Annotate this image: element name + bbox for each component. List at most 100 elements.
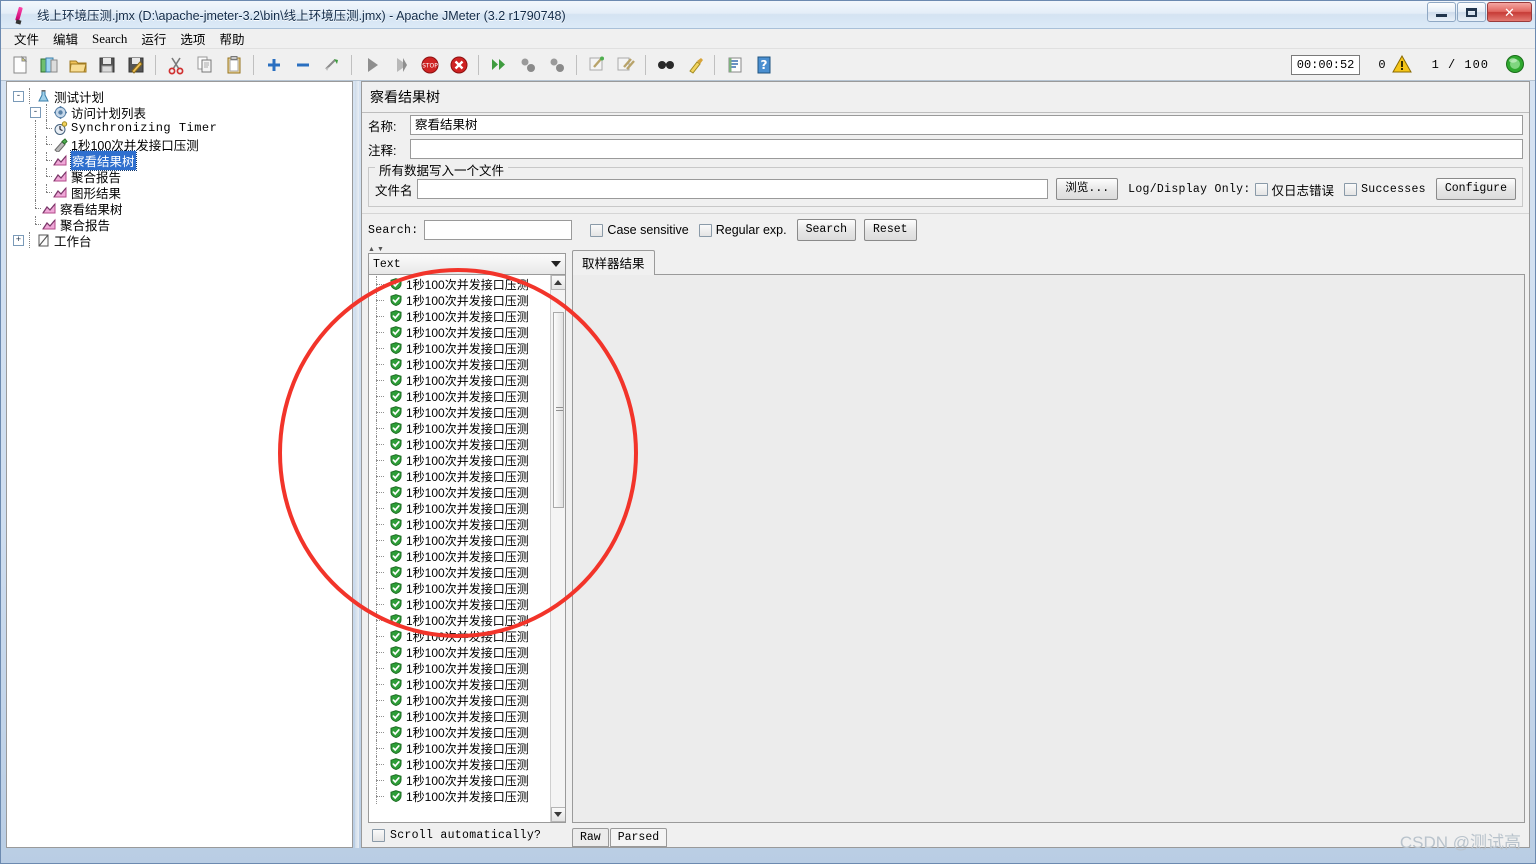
sample-result-row[interactable]: 1秒100次并发接口压测 <box>369 292 550 308</box>
comment-input[interactable] <box>410 139 1523 159</box>
scroll-down-button[interactable] <box>550 807 565 822</box>
paste-icon[interactable] <box>220 52 247 78</box>
sample-result-row[interactable]: 1秒100次并发接口压测 <box>369 548 550 564</box>
expander-thread-group[interactable]: - <box>30 106 41 118</box>
menu-search[interactable]: Search <box>85 29 134 49</box>
sample-results-list[interactable]: 1秒100次并发接口压测 1秒100次并发接口压测 1秒100次并发接口压测 1秒10… <box>369 275 550 822</box>
sample-result-row[interactable]: 1秒100次并发接口压测 <box>369 596 550 612</box>
sample-result-row[interactable]: 1秒100次并发接口压测 <box>369 420 550 436</box>
warning-triangle-icon[interactable] <box>1391 54 1412 76</box>
function-helper-icon[interactable] <box>721 52 748 78</box>
sample-result-row[interactable]: 1秒100次并发接口压测 <box>369 676 550 692</box>
templates-icon[interactable] <box>35 52 62 78</box>
search-icon[interactable] <box>652 52 679 78</box>
start-icon[interactable] <box>358 52 385 78</box>
save-as-icon[interactable] <box>122 52 149 78</box>
shutdown-icon[interactable] <box>445 52 472 78</box>
browse-button[interactable]: 浏览... <box>1056 178 1119 200</box>
tree-node-workbench[interactable]: + 工作台 <box>13 232 352 249</box>
splitter-down-arrow[interactable]: ▼ <box>377 246 384 253</box>
scroll-track[interactable] <box>550 290 565 807</box>
expand-icon[interactable] <box>260 52 287 78</box>
close-button[interactable]: ✕ <box>1487 2 1532 22</box>
sample-result-row[interactable]: 1秒100次并发接口压测 <box>369 772 550 788</box>
tab-sampler-result[interactable]: 取样器结果 <box>572 250 655 275</box>
toggle-icon[interactable] <box>318 52 345 78</box>
sample-result-row[interactable]: 1秒100次并发接口压测 <box>369 388 550 404</box>
sample-result-row[interactable]: 1秒100次并发接口压测 <box>369 324 550 340</box>
sample-result-row[interactable]: 1秒100次并发接口压测 <box>369 356 550 372</box>
sample-result-row[interactable]: 1秒100次并发接口压测 <box>369 564 550 580</box>
copy-icon[interactable] <box>191 52 218 78</box>
tab-raw[interactable]: Raw <box>572 828 609 847</box>
clear-all-icon[interactable] <box>612 52 639 78</box>
menu-file[interactable]: 文件 <box>7 27 46 50</box>
open-icon[interactable] <box>64 52 91 78</box>
menu-options[interactable]: 选项 <box>173 27 212 50</box>
sample-result-row[interactable]: 1秒100次并发接口压测 <box>369 340 550 356</box>
menu-help[interactable]: 帮助 <box>212 27 251 50</box>
help-icon[interactable]: ? <box>750 52 777 78</box>
scroll-automatically-checkbox[interactable] <box>372 828 385 842</box>
tab-parsed[interactable]: Parsed <box>609 828 668 847</box>
save-icon[interactable] <box>93 52 120 78</box>
sample-result-row[interactable]: 1秒100次并发接口压测 <box>369 484 550 500</box>
stop-icon[interactable]: STOP <box>416 52 443 78</box>
sample-result-row[interactable]: 1秒100次并发接口压测 <box>369 628 550 644</box>
successes-checkbox[interactable] <box>1344 182 1358 196</box>
sample-result-row[interactable]: 1秒100次并发接口压测 <box>369 580 550 596</box>
sample-result-row[interactable]: 1秒100次并发接口压测 <box>369 740 550 756</box>
sample-result-row[interactable]: 1秒100次并发接口压测 <box>369 452 550 468</box>
minimize-button[interactable] <box>1427 2 1456 22</box>
sample-result-row[interactable]: 1秒100次并发接口压测 <box>369 788 550 804</box>
sample-result-row[interactable]: 1秒100次并发接口压测 <box>369 308 550 324</box>
sample-result-row[interactable]: 1秒100次并发接口压测 <box>369 532 550 548</box>
expander-workbench[interactable]: + <box>13 234 24 246</box>
remote-shutdown-all-icon[interactable] <box>543 52 570 78</box>
tree-node-http-sampler[interactable]: 1秒100次并发接口压测 <box>13 136 352 153</box>
search-input[interactable] <box>424 220 573 240</box>
filename-input[interactable] <box>416 179 1049 199</box>
sample-result-row[interactable]: 1秒100次并发接口压测 <box>369 500 550 516</box>
maximize-button[interactable] <box>1457 2 1486 22</box>
sample-result-row[interactable]: 1秒100次并发接口压测 <box>369 756 550 772</box>
name-input[interactable]: 察看结果树 <box>410 115 1523 135</box>
reset-button[interactable]: Reset <box>864 219 917 241</box>
menu-edit[interactable]: 编辑 <box>46 27 85 50</box>
splitter-up-arrow[interactable]: ▲ <box>368 246 375 253</box>
sample-result-row[interactable]: 1秒100次并发接口压测 <box>369 692 550 708</box>
sample-result-row[interactable]: 1秒100次并发接口压测 <box>369 372 550 388</box>
regular-exp-checkbox[interactable] <box>698 223 712 237</box>
sample-results-tree[interactable]: 1秒100次并发接口压测 1秒100次并发接口压测 1秒100次并发接口压测 1秒10… <box>368 275 566 823</box>
remote-start-all-icon[interactable] <box>485 52 512 78</box>
tree-node-test-plan[interactable]: - 测试计划 <box>13 88 352 105</box>
remote-stop-all-icon[interactable] <box>514 52 541 78</box>
sample-result-row[interactable]: 1秒100次并发接口压测 <box>369 660 550 676</box>
tree-node-thread-group[interactable]: - 访问计划列表 <box>13 104 352 121</box>
search-reset-icon[interactable] <box>681 52 708 78</box>
sample-result-row[interactable]: 1秒100次并发接口压测 <box>369 724 550 740</box>
sample-result-row[interactable]: 1秒100次并发接口压测 <box>369 516 550 532</box>
case-sensitive-checkbox[interactable] <box>590 223 604 237</box>
inner-splitter-arrows[interactable]: ▲ ▼ <box>362 246 1529 253</box>
sample-result-row[interactable]: 1秒100次并发接口压测 <box>369 436 550 452</box>
start-no-timers-icon[interactable] <box>387 52 414 78</box>
scroll-up-button[interactable] <box>550 275 565 290</box>
sample-result-row[interactable]: 1秒100次并发接口压测 <box>369 404 550 420</box>
errors-only-checkbox[interactable] <box>1254 182 1268 196</box>
sample-result-row[interactable]: 1秒100次并发接口压测 <box>369 612 550 628</box>
sample-result-row[interactable]: 1秒100次并发接口压测 <box>369 708 550 724</box>
results-scrollbar[interactable] <box>550 275 565 822</box>
tree-node-view-results-tree-selected[interactable]: 察看结果树 <box>13 149 352 171</box>
search-button[interactable]: Search <box>796 219 857 241</box>
tree-node-aggregate-report[interactable]: 聚合报告 <box>13 168 352 185</box>
test-plan-tree-panel[interactable]: - 测试计划 - 访问计划列表 Synchronizing Timer 1秒10… <box>6 81 353 848</box>
sample-result-row[interactable]: 1秒100次并发接口压测 <box>369 276 550 292</box>
scroll-thumb[interactable] <box>552 312 564 508</box>
sampler-result-body[interactable] <box>572 274 1525 823</box>
menu-run[interactable]: 运行 <box>134 27 173 50</box>
clear-icon[interactable] <box>583 52 610 78</box>
sample-result-row[interactable]: 1秒100次并发接口压测 <box>369 644 550 660</box>
panel-splitter[interactable] <box>353 81 361 848</box>
new-icon[interactable] <box>6 52 33 78</box>
